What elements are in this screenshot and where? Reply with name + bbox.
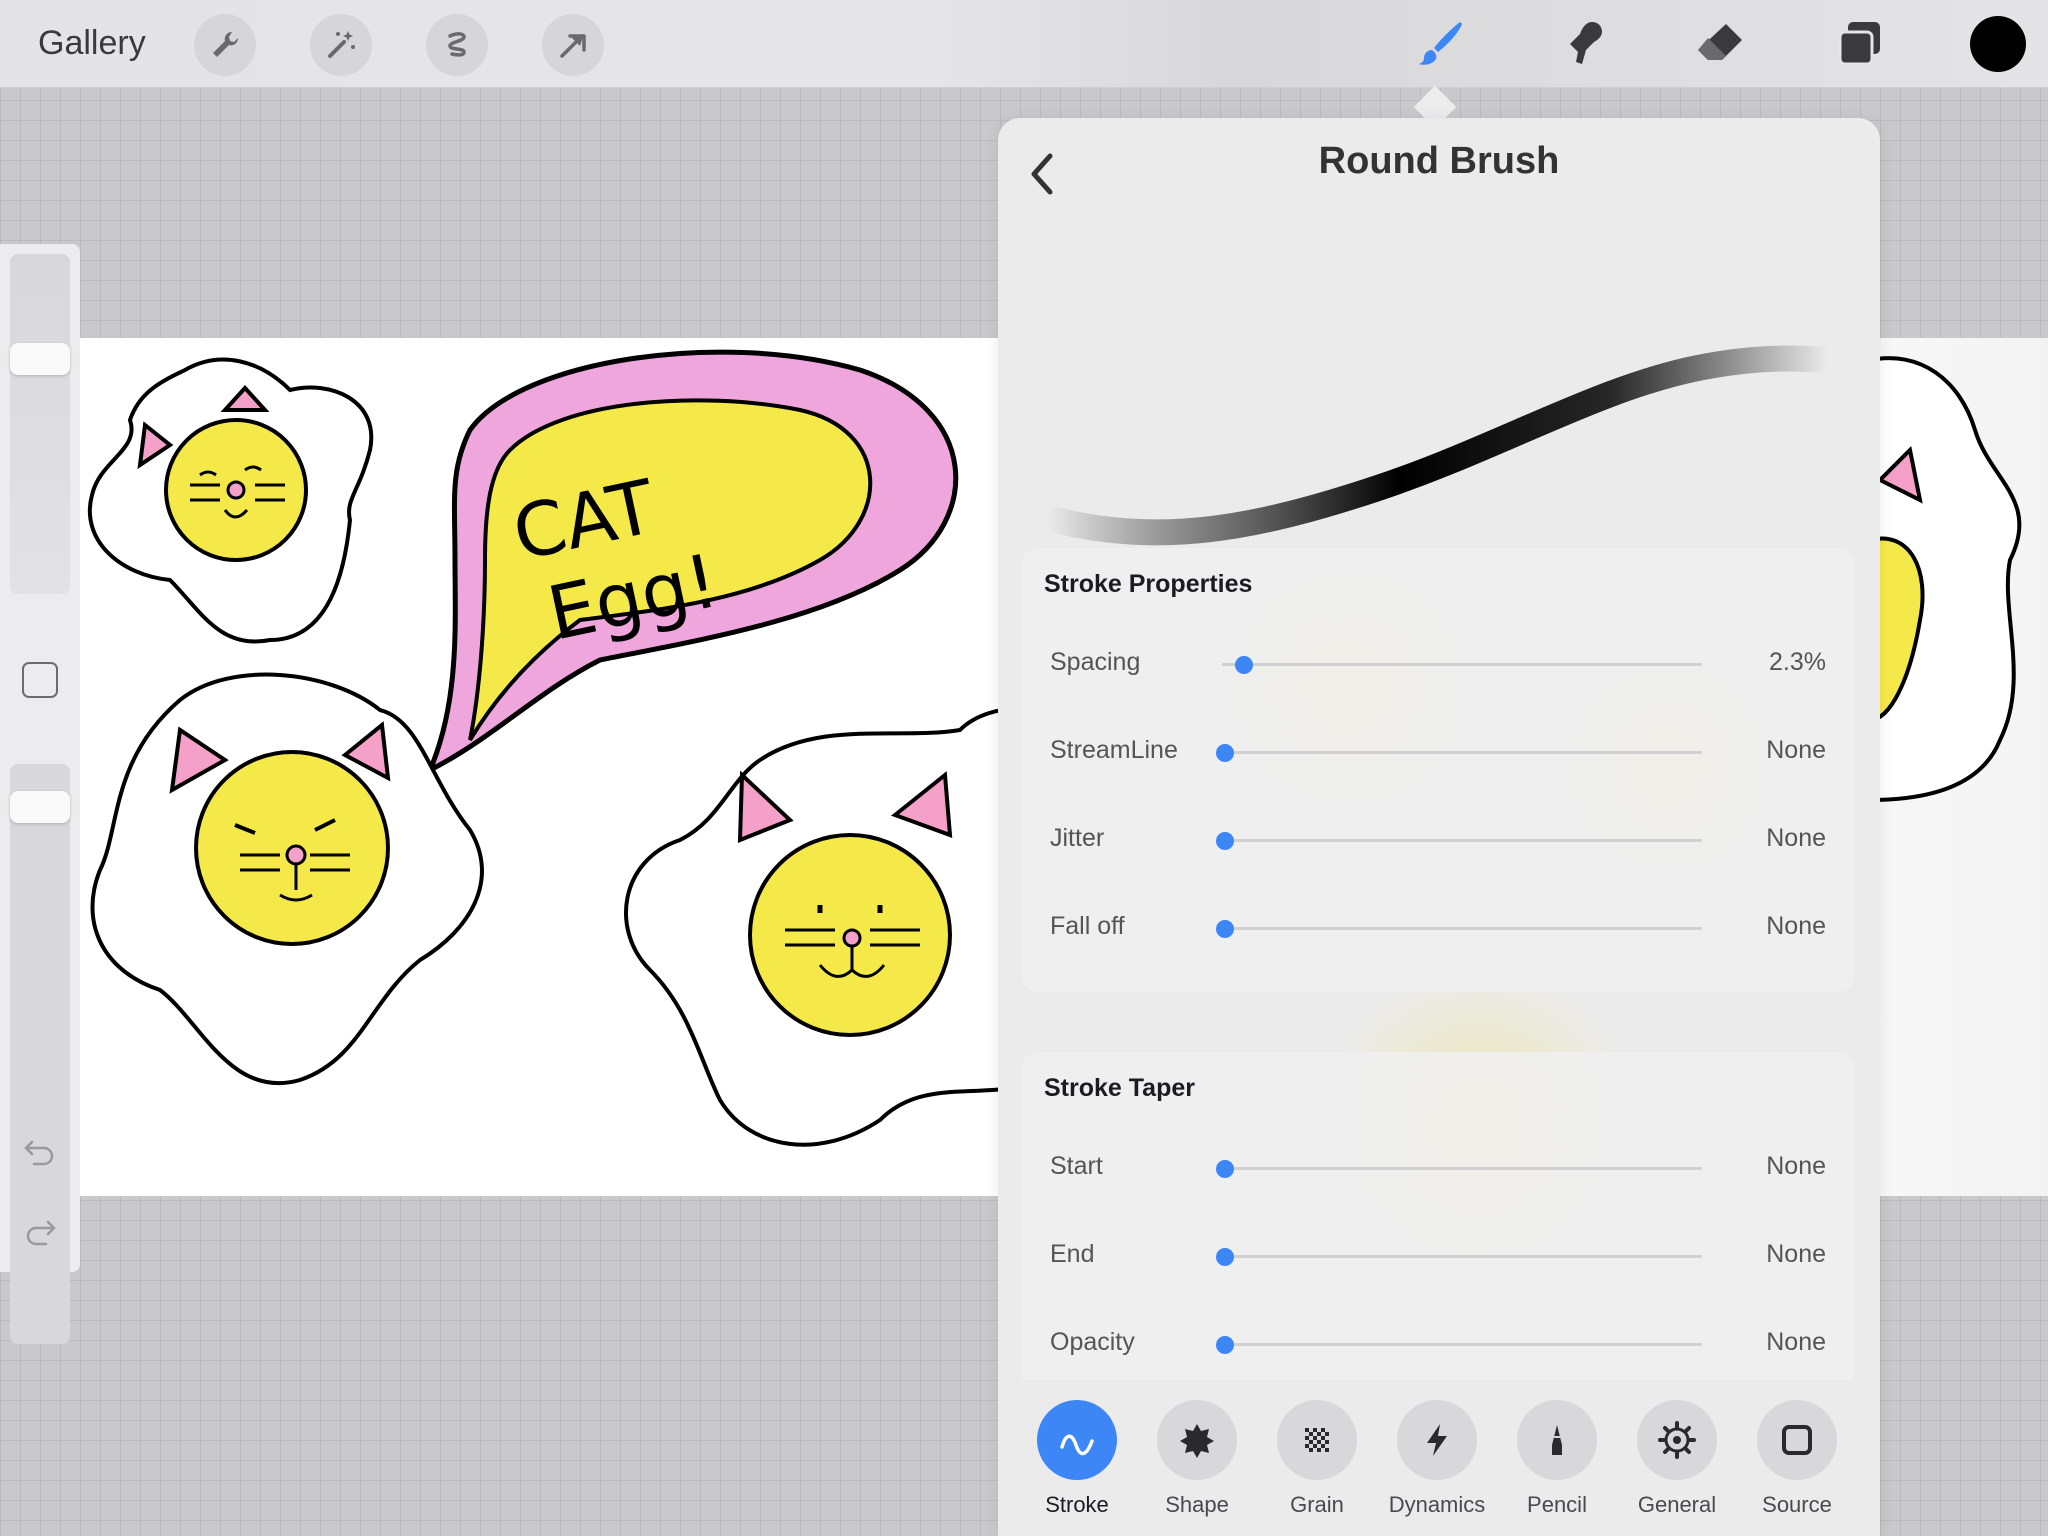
transform-arrow-icon[interactable] xyxy=(542,14,604,76)
brush-icon[interactable] xyxy=(1408,12,1472,76)
streamline-slider[interactable] xyxy=(1222,751,1702,754)
shape-blob-icon xyxy=(1157,1400,1237,1480)
section-heading: Stroke Taper xyxy=(1044,1074,1195,1102)
top-toolbar: Gallery xyxy=(0,0,2048,88)
row-label: Fall off xyxy=(1050,912,1125,940)
lightning-icon xyxy=(1397,1400,1477,1480)
brush-name-title: Round Brush xyxy=(1318,140,1560,182)
tab-pencil[interactable]: Pencil xyxy=(1502,1400,1612,1520)
jitter-slider-knob[interactable] xyxy=(1216,832,1234,850)
row-value: None xyxy=(1766,1328,1826,1356)
opacity-row[interactable]: Opacity None xyxy=(1022,1324,1854,1364)
tab-stroke[interactable]: Stroke xyxy=(1022,1400,1132,1520)
spacing-slider[interactable] xyxy=(1222,663,1702,666)
opacity-slider[interactable] xyxy=(1222,1343,1702,1346)
tab-dynamics[interactable]: Dynamics xyxy=(1382,1400,1492,1520)
cat-egg-4 xyxy=(1868,356,2022,803)
falloff-slider-knob[interactable] xyxy=(1216,920,1234,938)
redo-icon[interactable] xyxy=(20,1212,60,1252)
jitter-slider[interactable] xyxy=(1222,839,1702,842)
brush-stroke-preview xyxy=(1038,345,1838,546)
eraser-icon[interactable] xyxy=(1688,12,1752,76)
start-row[interactable]: Start None xyxy=(1022,1148,1854,1188)
row-label: Start xyxy=(1050,1152,1103,1180)
layers-icon[interactable] xyxy=(1828,12,1892,76)
tab-label: Stroke xyxy=(1045,1492,1109,1517)
opacity-thumb[interactable] xyxy=(10,791,70,824)
tab-label: Shape xyxy=(1165,1492,1229,1517)
brush-size-slider[interactable] xyxy=(10,254,70,594)
row-value: None xyxy=(1766,1240,1826,1268)
square-source-icon xyxy=(1757,1400,1837,1480)
tab-label: General xyxy=(1637,1492,1717,1517)
tab-source[interactable]: Source xyxy=(1742,1400,1852,1520)
tab-label: Pencil xyxy=(1527,1492,1587,1517)
spacing-slider-knob[interactable] xyxy=(1234,656,1253,674)
end-slider[interactable] xyxy=(1222,1255,1702,1258)
brush-settings-panel: Round Brush Stroke Properties Spacing 2.… xyxy=(998,118,1880,1536)
color-picker-swatch[interactable] xyxy=(1970,16,2026,72)
cat-egg-2 xyxy=(90,672,484,1086)
pencil-icon xyxy=(1517,1400,1597,1480)
gear-icon xyxy=(1637,1400,1717,1480)
tab-grain[interactable]: Grain xyxy=(1262,1400,1372,1520)
row-value: None xyxy=(1766,824,1826,852)
row-label: Jitter xyxy=(1050,824,1105,852)
gallery-button[interactable]: Gallery xyxy=(38,24,146,63)
tab-label: Grain xyxy=(1290,1492,1344,1517)
row-label: StreamLine xyxy=(1050,736,1178,764)
brush-category-tabs: Stroke Shape Grain Dynamics Pencil Gener… xyxy=(998,1380,1880,1536)
row-label: Spacing xyxy=(1050,648,1141,676)
falloff-slider[interactable] xyxy=(1222,927,1702,930)
row-value: None xyxy=(1766,736,1826,764)
tab-label: Source xyxy=(1762,1492,1832,1517)
streamline-row[interactable]: StreamLine None xyxy=(1022,732,1854,772)
falloff-row[interactable]: Fall off None xyxy=(1022,908,1854,948)
jitter-row[interactable]: Jitter None xyxy=(1022,820,1854,860)
row-value: None xyxy=(1766,912,1826,940)
row-label: Opacity xyxy=(1050,1328,1135,1356)
row-value: 2.3% xyxy=(1769,648,1826,676)
streamline-slider-knob[interactable] xyxy=(1216,744,1234,762)
cat-egg-1 xyxy=(88,357,374,644)
smudge-icon[interactable] xyxy=(1548,12,1612,76)
stroke-wave-icon xyxy=(1037,1400,1117,1480)
speech-bubble: CAT Egg! xyxy=(425,349,959,776)
spacing-row[interactable]: Spacing 2.3% xyxy=(1022,644,1854,684)
start-slider[interactable] xyxy=(1222,1167,1702,1170)
tab-shape[interactable]: Shape xyxy=(1142,1400,1252,1520)
tab-general[interactable]: General xyxy=(1622,1400,1732,1520)
grain-checker-icon xyxy=(1277,1400,1357,1480)
stroke-properties-section: Stroke Properties Spacing 2.3% StreamLin… xyxy=(1022,548,1854,992)
wrench-icon[interactable] xyxy=(194,14,256,76)
row-value: None xyxy=(1766,1152,1826,1180)
start-slider-knob[interactable] xyxy=(1216,1160,1234,1178)
modify-button[interactable] xyxy=(22,662,58,698)
end-row[interactable]: End None xyxy=(1022,1236,1854,1276)
brush-size-thumb[interactable] xyxy=(10,343,70,376)
opacity-slider-knob[interactable] xyxy=(1216,1336,1234,1354)
selection-icon[interactable] xyxy=(426,14,488,76)
left-sidebar xyxy=(0,244,80,1344)
tab-label: Dynamics xyxy=(1388,1492,1486,1517)
stroke-taper-section: Stroke Taper Start None End None Opacity… xyxy=(1022,1052,1854,1380)
end-slider-knob[interactable] xyxy=(1216,1248,1234,1266)
row-label: End xyxy=(1050,1240,1095,1268)
magic-wand-icon[interactable] xyxy=(310,14,372,76)
opacity-slider[interactable] xyxy=(10,764,70,1344)
section-heading: Stroke Properties xyxy=(1044,570,1253,598)
undo-icon[interactable] xyxy=(20,1132,60,1172)
